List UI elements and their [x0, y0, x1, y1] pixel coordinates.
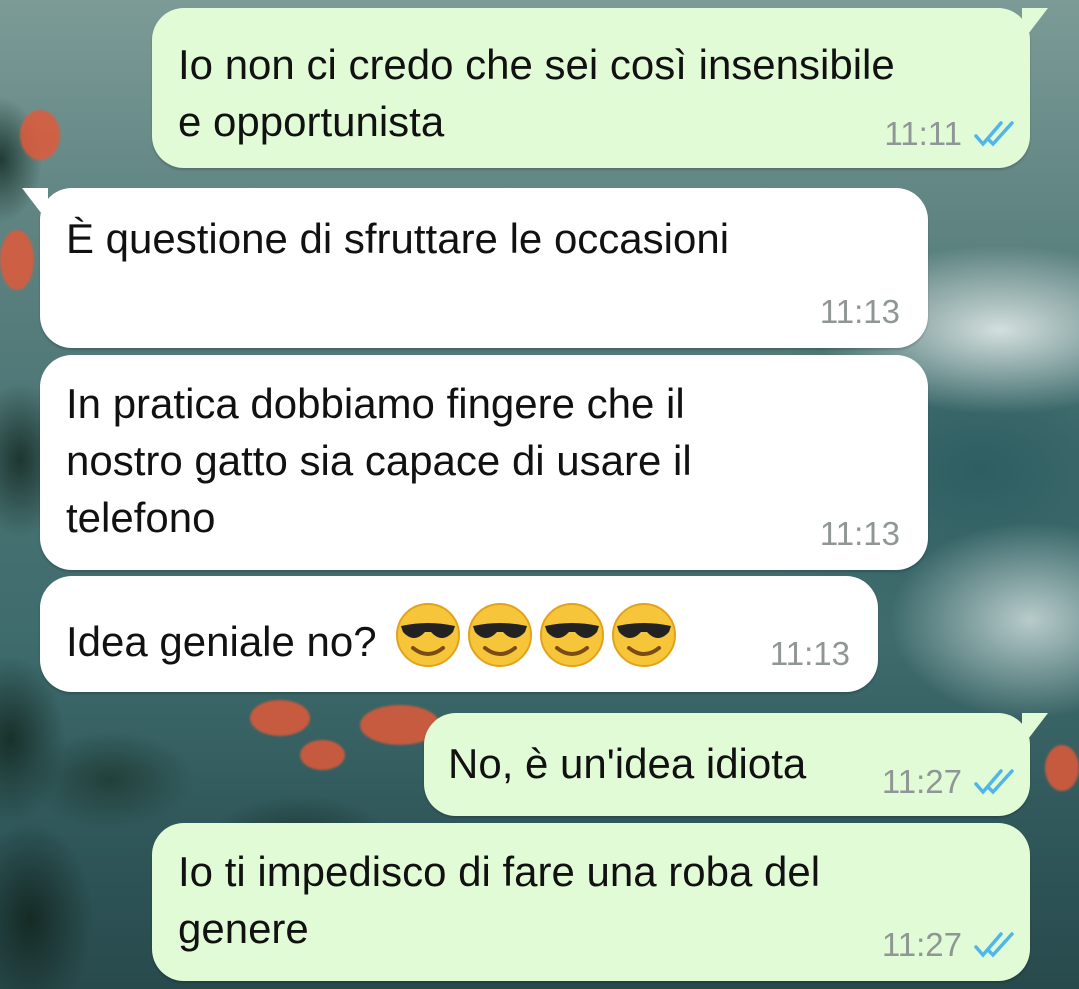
wallpaper-flower	[0, 230, 34, 290]
message-time: 11:13	[769, 635, 850, 672]
message-text: Idea geniale no?	[66, 602, 677, 670]
message-time: 11:27	[881, 763, 962, 800]
smiling-face-with-sunglasses-icon	[467, 602, 533, 668]
message-line: nostro gatto sia capace di usare il	[66, 437, 692, 484]
message-text: È questione di sfruttare le occasioni	[66, 210, 729, 267]
message-bubble-outgoing[interactable]: Io ti impedisco di fare una roba del gen…	[152, 823, 1030, 981]
message-line: Io non ci credo che sei così insensibile	[178, 41, 895, 88]
message-meta: 11:13	[820, 294, 900, 330]
wallpaper-flower	[300, 740, 345, 770]
message-line: e opportunista	[178, 98, 445, 145]
smiling-face-with-sunglasses-icon	[539, 602, 605, 668]
message-time: 11:11	[884, 115, 962, 152]
message-meta: 11:13	[770, 636, 850, 672]
message-line: telefono	[66, 494, 216, 541]
message-line: Idea geniale no?	[66, 618, 377, 665]
smiling-face-with-sunglasses-icon	[395, 602, 461, 668]
bubble-tail	[1022, 713, 1048, 747]
wallpaper-flower	[1045, 745, 1079, 791]
message-line: No, è un'idea idiota	[448, 740, 807, 787]
message-time: 11:27	[881, 926, 962, 963]
message-text: Io non ci credo che sei così insensibile…	[178, 36, 895, 150]
read-receipt-double-check-icon	[974, 931, 1016, 959]
bubble-tail	[1022, 8, 1048, 42]
bubble-tail	[22, 188, 48, 222]
message-text: In pratica dobbiamo fingere che il nostr…	[66, 375, 692, 546]
message-line: genere	[178, 905, 309, 952]
message-bubble-outgoing[interactable]: No, è un'idea idiota 11:27	[424, 713, 1048, 816]
read-receipt-double-check-icon	[974, 768, 1016, 796]
message-line: In pratica dobbiamo fingere che il	[66, 380, 685, 427]
message-bubble-incoming[interactable]: Idea geniale no? 11:13	[40, 576, 878, 692]
message-bubble-incoming[interactable]: In pratica dobbiamo fingere che il nostr…	[40, 355, 928, 570]
message-time: 11:13	[819, 293, 900, 330]
message-meta: 11:11	[884, 116, 1016, 152]
emoji-group	[395, 602, 677, 668]
message-bubble-incoming[interactable]: È questione di sfruttare le occasioni 11…	[22, 188, 928, 348]
wallpaper-flower	[20, 110, 60, 160]
message-time: 11:13	[819, 515, 900, 552]
message-line: Io ti impedisco di fare una roba del	[178, 848, 821, 895]
message-meta: 11:13	[820, 516, 900, 552]
message-meta: 11:27	[882, 927, 1016, 963]
message-text: No, è un'idea idiota	[448, 735, 806, 792]
message-line: È questione di sfruttare le occasioni	[66, 215, 730, 262]
message-text: Io ti impedisco di fare una roba del gen…	[178, 843, 820, 957]
message-bubble-outgoing[interactable]: Io non ci credo che sei così insensibile…	[152, 8, 1048, 168]
wallpaper-flower	[250, 700, 310, 736]
smiling-face-with-sunglasses-icon	[611, 602, 677, 668]
message-meta: 11:27	[882, 764, 1016, 800]
read-receipt-double-check-icon	[974, 120, 1016, 148]
